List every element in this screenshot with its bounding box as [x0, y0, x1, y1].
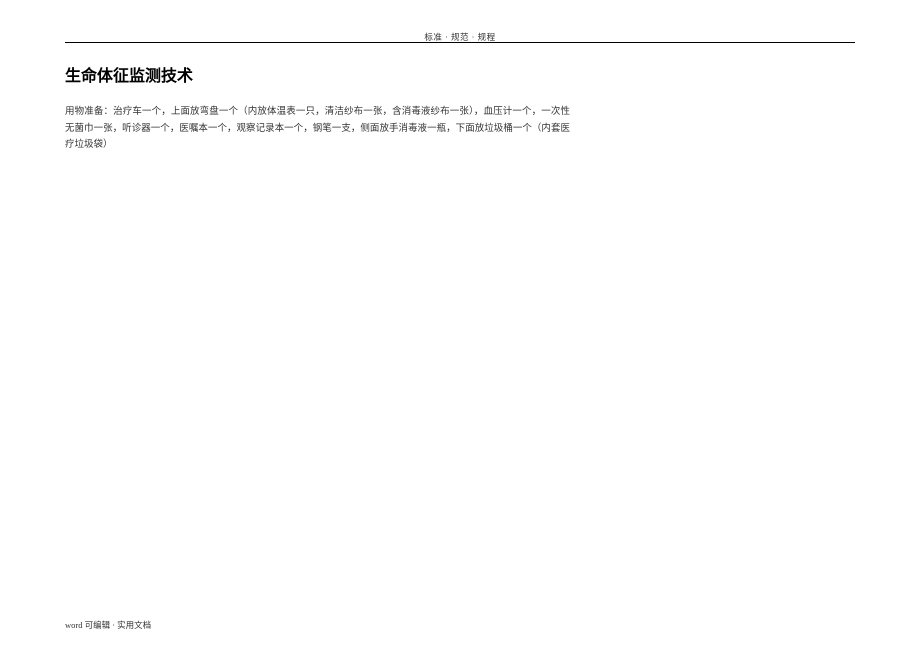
- document-content: 生命体征监测技术 用物准备：治疗车一个，上面放弯盘一个（内放体温表一只，清洁纱布…: [65, 62, 570, 154]
- page-footer: word 可编辑 · 实用文档: [65, 619, 151, 631]
- footer-text: word 可编辑 · 实用文档: [65, 620, 151, 630]
- document-body: 用物准备：治疗车一个，上面放弯盘一个（内放体温表一只，清洁纱布一张，含消毒液纱布…: [65, 104, 570, 154]
- document-title: 生命体征监测技术: [65, 62, 570, 86]
- header-rule: [65, 42, 855, 43]
- header-text: 标准 · 规范 · 规程: [424, 32, 495, 42]
